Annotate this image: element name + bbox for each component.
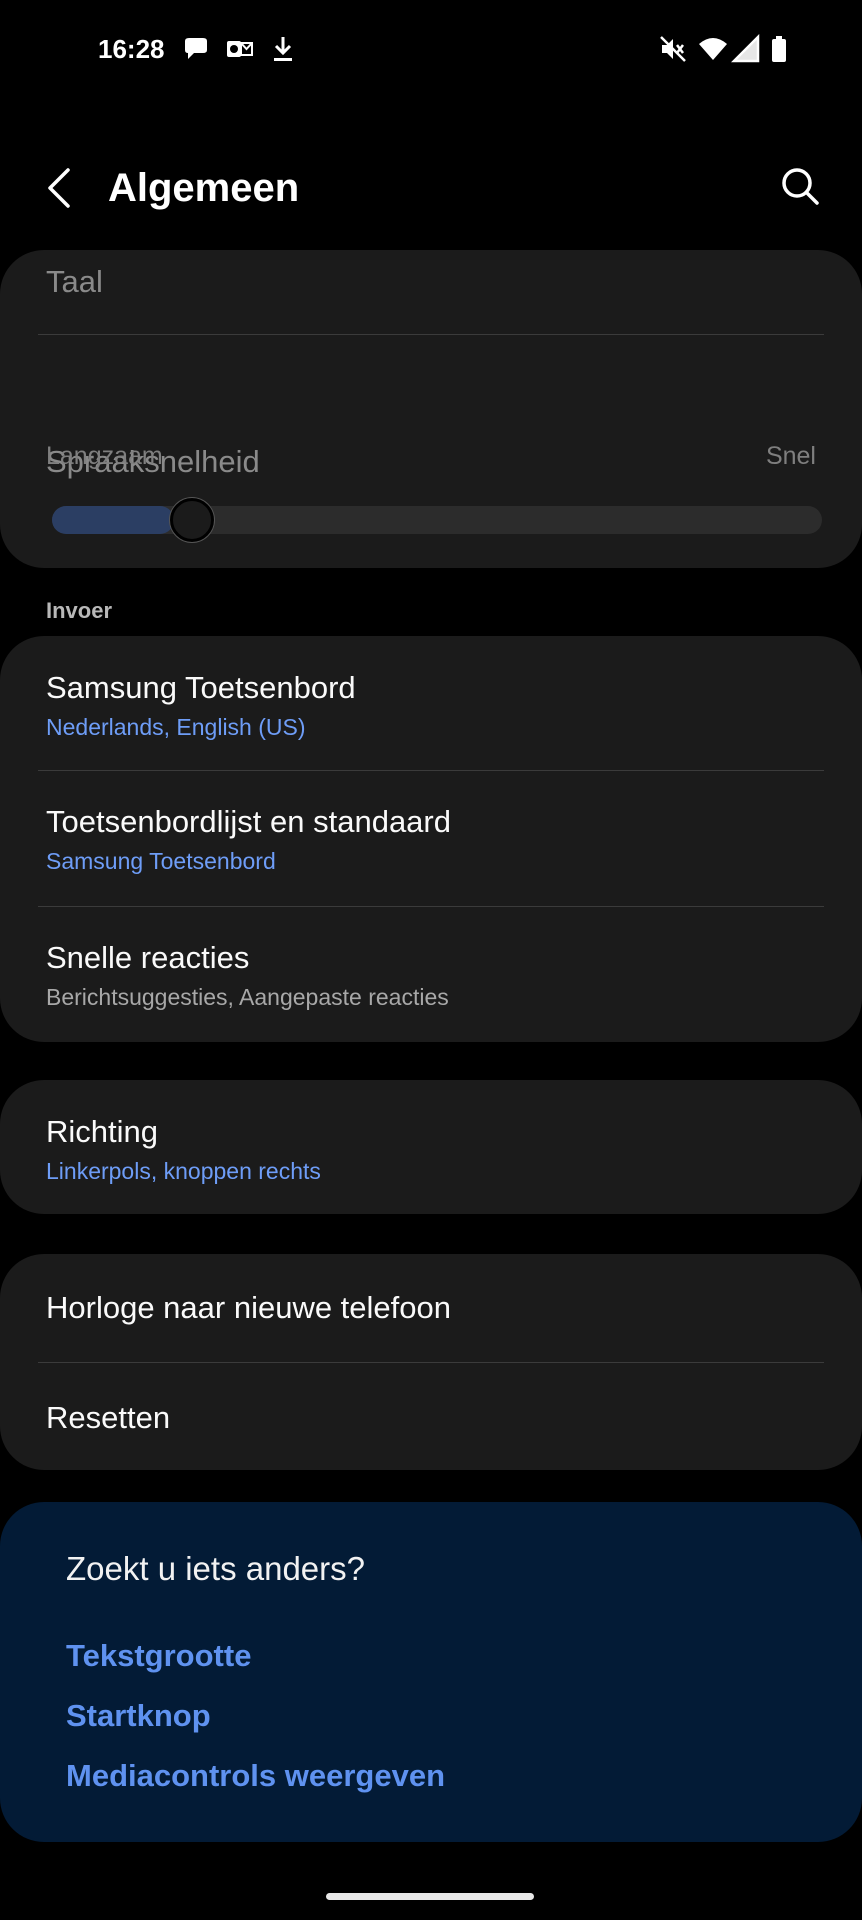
download-icon xyxy=(274,37,292,61)
back-button[interactable] xyxy=(40,166,80,210)
samsung-keyboard-row[interactable]: Samsung Toetsenbord Nederlands, English … xyxy=(0,636,862,770)
mute-icon xyxy=(660,36,686,62)
row-subtitle: Samsung Toetsenbord xyxy=(46,848,276,874)
slider-fill xyxy=(52,506,174,534)
app-header: Algemeen xyxy=(0,150,862,230)
language-row[interactable]: Taal xyxy=(0,250,862,334)
wifi-icon xyxy=(699,38,727,60)
row-title: Toetsenbordlijst en standaard xyxy=(46,804,451,839)
suggestion-link-media-controls[interactable]: Mediacontrols weergeven xyxy=(66,1758,445,1794)
suggestion-link-home-button[interactable]: Startknop xyxy=(66,1698,211,1734)
signal-icon xyxy=(731,34,760,63)
slider-min-label: Langzaam xyxy=(46,442,163,470)
row-subtitle: Nederlands, English (US) xyxy=(46,714,306,740)
search-button[interactable] xyxy=(778,164,822,208)
keyboard-list-row[interactable]: Toetsenbordlijst en standaard Samsung To… xyxy=(0,770,862,906)
row-title: Resetten xyxy=(46,1400,171,1435)
device-card: Horloge naar nieuwe telefoon Resetten xyxy=(0,1254,862,1470)
battery-icon xyxy=(772,36,786,62)
row-subtitle: Berichtsuggesties, Aangepaste reacties xyxy=(46,984,449,1010)
language-label: Taal xyxy=(46,264,103,299)
row-subtitle: Linkerpols, knoppen rechts xyxy=(46,1158,321,1184)
page-title: Algemeen xyxy=(108,166,300,210)
row-title: Horloge naar nieuwe telefoon xyxy=(46,1290,451,1325)
status-bar: 16:28 xyxy=(0,0,862,100)
orientation-row[interactable]: Richting Linkerpols, knoppen rechts xyxy=(0,1080,862,1214)
slider-thumb[interactable] xyxy=(170,498,214,542)
slider-max-label: Snel xyxy=(765,442,816,470)
gesture-nav-handle[interactable] xyxy=(326,1893,534,1900)
section-label-input: Invoer xyxy=(46,598,113,623)
speech-settings-card: Taal Spraaksnelheid Langzaam Snel xyxy=(0,250,862,568)
chat-bubble-icon xyxy=(185,38,207,59)
suggestion-link-text-size[interactable]: Tekstgrootte xyxy=(66,1638,251,1674)
suggestions-card: Zoekt u iets anders? Tekstgrootte Startk… xyxy=(0,1502,862,1842)
row-title: Samsung Toetsenbord xyxy=(46,670,356,705)
outlook-icon xyxy=(227,41,253,57)
status-time: 16:28 xyxy=(98,34,165,64)
suggestions-title: Zoekt u iets anders? xyxy=(66,1550,365,1587)
row-title: Snelle reacties xyxy=(46,940,250,975)
orientation-card: Richting Linkerpols, knoppen rechts xyxy=(0,1080,862,1214)
quick-responses-row[interactable]: Snelle reacties Berichtsuggesties, Aange… xyxy=(0,906,862,1042)
reset-row[interactable]: Resetten xyxy=(0,1362,862,1470)
input-settings-card: Samsung Toetsenbord Nederlands, English … xyxy=(0,636,862,1042)
speech-rate-slider[interactable] xyxy=(52,498,822,542)
row-title: Richting xyxy=(46,1114,158,1149)
watch-to-new-phone-row[interactable]: Horloge naar nieuwe telefoon xyxy=(0,1254,862,1362)
